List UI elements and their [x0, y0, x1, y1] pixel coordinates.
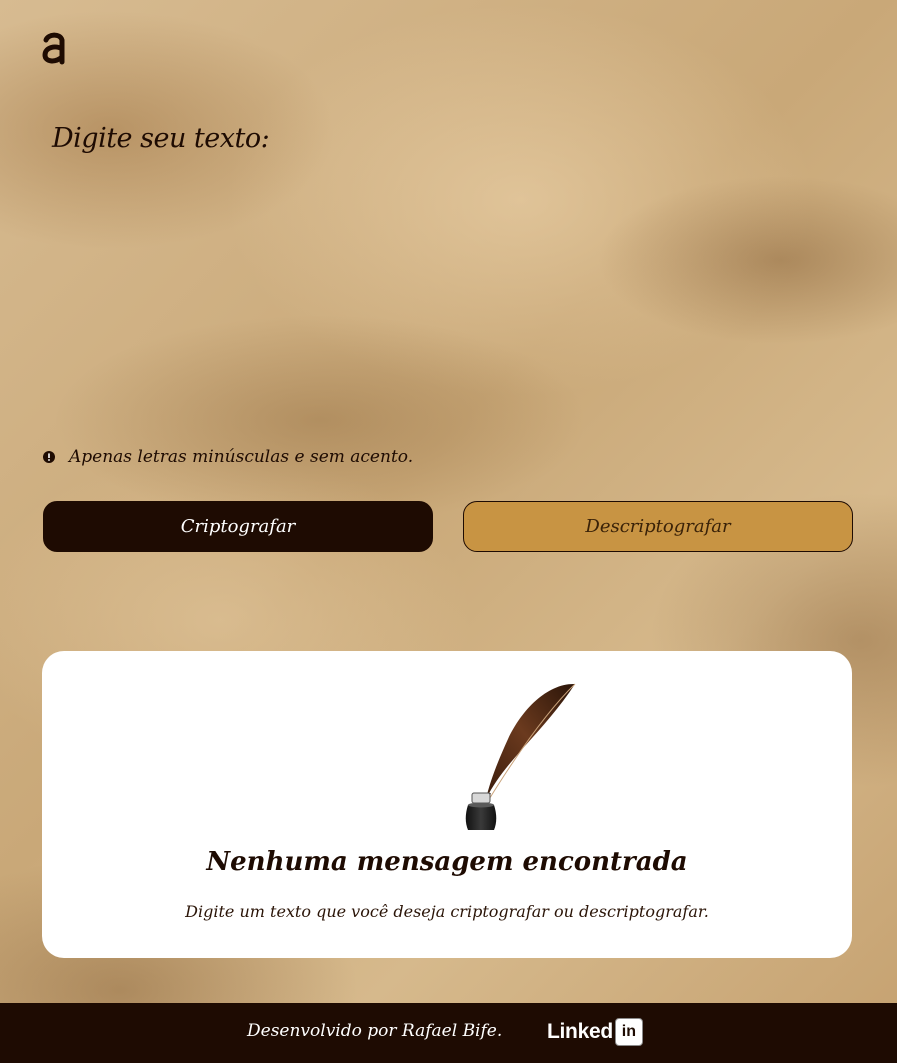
- output-title: Nenhuma mensagem encontrada: [206, 847, 688, 877]
- linkedin-in-badge: in: [614, 1018, 643, 1046]
- input-hint: Apenas letras minúsculas e sem acento.: [43, 447, 413, 467]
- encrypt-button[interactable]: Criptografar: [43, 501, 433, 552]
- decrypt-button[interactable]: Descriptografar: [463, 501, 853, 552]
- output-panel: Nenhuma mensagem encontrada Digite um te…: [42, 651, 852, 958]
- alura-logo-icon[interactable]: [40, 28, 70, 68]
- text-input[interactable]: [44, 110, 844, 430]
- input-hint-text: Apenas letras minúsculas e sem acento.: [69, 447, 414, 467]
- output-description: Digite um texto que você deseja criptogr…: [185, 902, 709, 921]
- quill-inkwell-illustration: [465, 683, 576, 830]
- linkedin-link[interactable]: Linked in: [547, 1018, 643, 1046]
- linkedin-logo-icon: Linked: [547, 1020, 613, 1043]
- footer-credit: Desenvolvido por Rafael Bife.: [247, 1021, 503, 1041]
- linkedin-in-text: in: [621, 1023, 636, 1040]
- exclamation-circle-icon: [43, 451, 55, 463]
- footer: Desenvolvido por Rafael Bife. Linked in: [0, 1003, 897, 1063]
